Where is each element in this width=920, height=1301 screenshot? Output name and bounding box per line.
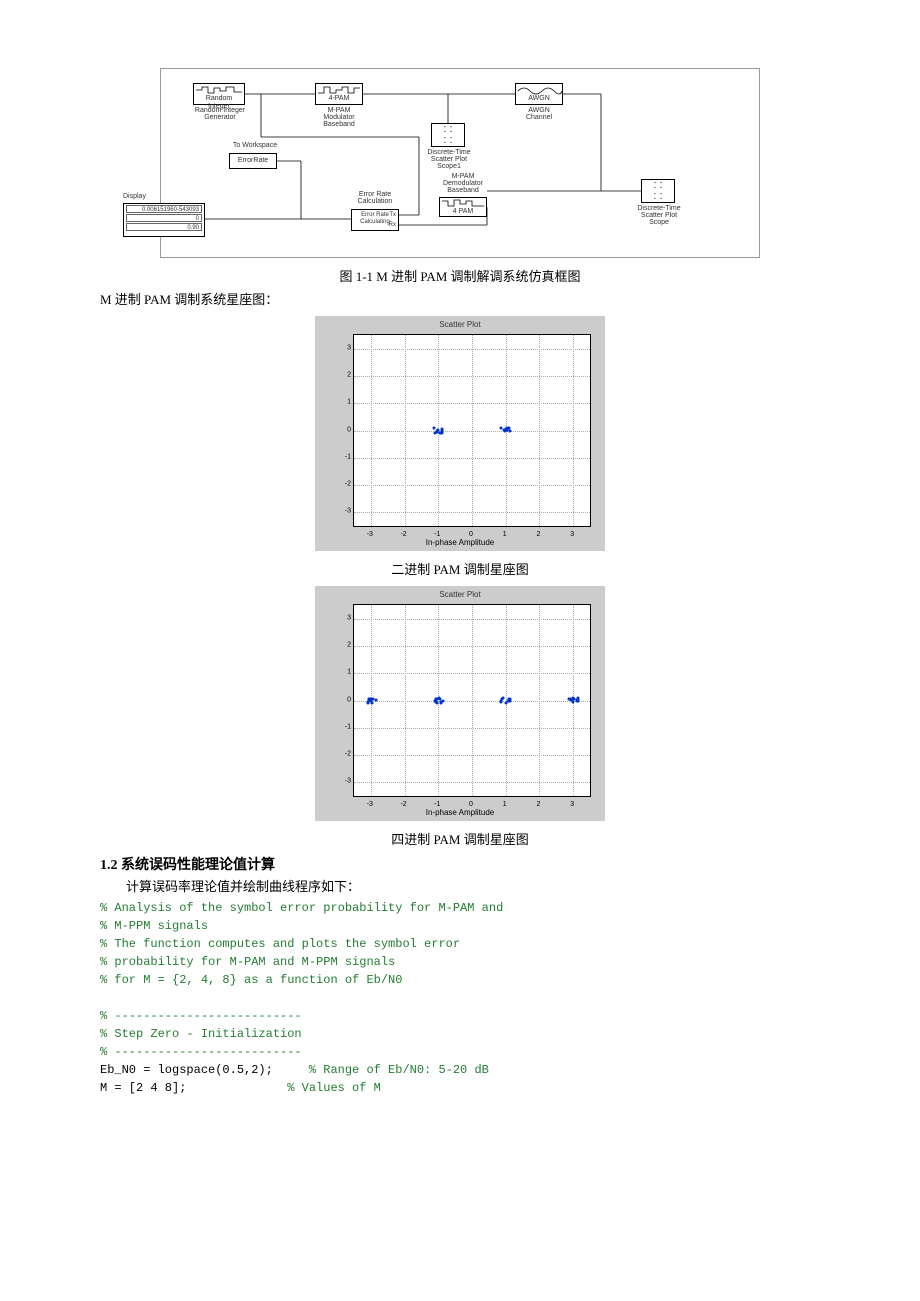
display-row-1: 0 (126, 214, 202, 222)
code-line: % Analysis of the symbol error probabili… (100, 901, 503, 915)
label-mpam-mod: M-PAMModulatorBaseband (309, 107, 369, 128)
plot-area (353, 334, 591, 527)
label-display: Display (123, 193, 163, 200)
code-line: Eb_N0 = logspace(0.5,2); (100, 1063, 273, 1077)
code-comment: % Values of M (273, 1081, 381, 1095)
block-scope1: : :: : (431, 123, 465, 147)
code-comment: % Range of Eb/N0: 5-20 dB (273, 1063, 489, 1077)
display-row-2: 0.90 (126, 223, 202, 231)
caption-2pam: 二进制 PAM 调制星座图 (100, 559, 820, 578)
code-line: % for M = {2, 4, 8} as a function of Eb/… (100, 973, 402, 987)
display-row-0: 0.006151960-543093 (126, 205, 202, 213)
code-line: % probability for M-PAM and M-PPM signal… (100, 955, 395, 969)
caption-figure-1-1: 图 1-1 M 进制 PAM 调制解调系统仿真框图 (100, 266, 820, 285)
code-line: M = [2 4 8]; (100, 1081, 273, 1095)
block-text: 4 PAM (440, 208, 486, 215)
figure-scatter-4pam: Scatter Plot Quadrature Amplitude In-pha… (100, 586, 820, 821)
text-constellation-intro: M 进制 PAM 调制系统星座图： (100, 289, 820, 308)
label-random-integer: Random IntegerGenerator (185, 107, 255, 121)
label-mpam-demod: M-PAMDemodulatorBaseband (431, 173, 495, 194)
block-awgn: AWGN (515, 83, 563, 105)
block-random-integer: RandomInteger (193, 83, 245, 105)
plot-area (353, 604, 591, 797)
block-display: 0.006151960-543093 0 0.90 (123, 203, 205, 237)
code-block: % Analysis of the symbol error probabili… (100, 899, 820, 1097)
code-line: % -------------------------- (100, 1009, 302, 1023)
code-line: % The function computes and plots the sy… (100, 937, 460, 951)
text-1-2-intro: 计算误码率理论值并绘制曲线程序如下： (100, 876, 820, 895)
block-scope2: : :: : (641, 179, 675, 203)
block-mpam-mod: 4-PAM (315, 83, 363, 105)
block-err-calc: Tx Rx Error RateCalculating (351, 209, 399, 231)
section-1-2-heading: 1.2 系统误码性能理论值计算 (100, 854, 820, 874)
caption-4pam: 四进制 PAM 调制星座图 (100, 829, 820, 848)
block-mpam-demod: 4 PAM (439, 197, 487, 217)
block-text: 4-PAM (316, 95, 362, 102)
simulink-diagram: RandomInteger Random IntegerGenerator 4-… (100, 68, 820, 258)
label-to-workspace: To Workspace (227, 142, 283, 149)
label-awgn: AWGNChannel (513, 107, 565, 121)
plot-xlabel: In-phase Amplitude (315, 808, 605, 817)
code-line: % -------------------------- (100, 1045, 302, 1059)
plot-title: Scatter Plot (315, 590, 605, 599)
label-err-calc-top: Error RateCalculation (347, 191, 403, 205)
code-line: % Step Zero - Initialization (100, 1027, 302, 1041)
block-to-workspace: ErrorRate (229, 153, 277, 169)
plot-xlabel: In-phase Amplitude (315, 538, 605, 547)
code-line: % M-PPM signals (100, 919, 208, 933)
plot-title: Scatter Plot (315, 320, 605, 329)
figure-scatter-2pam: Scatter Plot Quadrature Amplitude In-pha… (100, 316, 820, 551)
block-text: AWGN (516, 95, 562, 102)
label-scope2: Discrete-TimeScatter PlotScope (627, 205, 691, 226)
label-scope1: Discrete-TimeScatter PlotScope1 (417, 149, 481, 170)
